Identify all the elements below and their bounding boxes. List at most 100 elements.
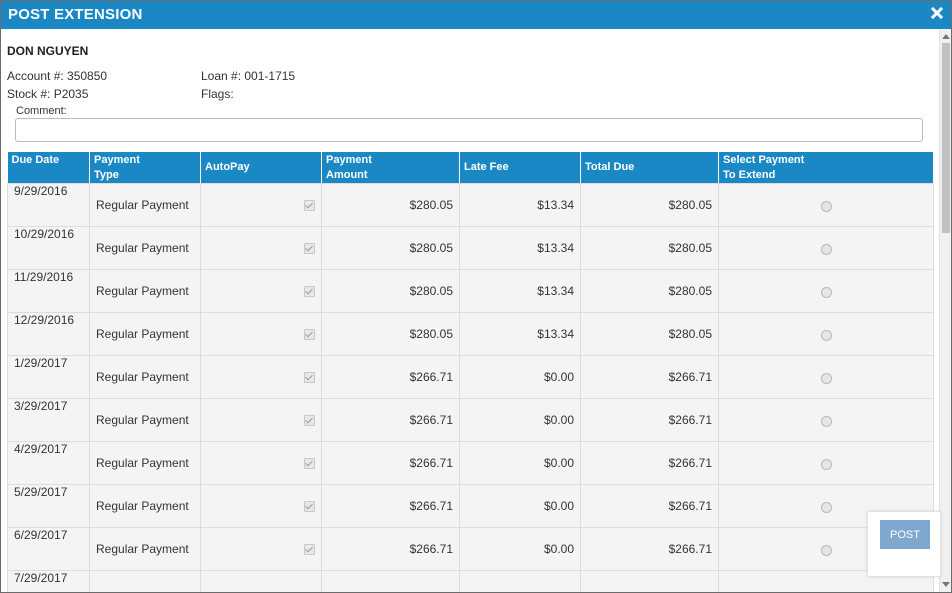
- select-payment-radio[interactable]: [820, 244, 832, 255]
- due-date-cell: 3/29/2017: [7, 398, 90, 442]
- autopay-checkbox[interactable]: [304, 200, 315, 211]
- dialog-titlebar: POST EXTENSION: [1, 1, 951, 29]
- payment-type-cell: Regular Payment: [89, 527, 201, 571]
- select-payment-radio[interactable]: [820, 459, 832, 470]
- due-date-cell: 4/29/2017: [7, 441, 90, 485]
- payment-type-cell: Regular Payment: [89, 312, 201, 356]
- late-fee-cell: $0.00: [459, 398, 581, 442]
- payment-type-cell: Regular Payment: [89, 441, 201, 485]
- autopay-cell: [200, 484, 322, 528]
- close-icon[interactable]: [930, 6, 944, 20]
- select-payment-radio[interactable]: [820, 502, 832, 513]
- autopay-checkbox[interactable]: [304, 415, 315, 426]
- dialog-body: DON NGUYEN Account #: 350850 Loan #: 001…: [1, 29, 939, 592]
- payment-amount-cell: $266.71: [321, 398, 460, 442]
- payment-type-cell: Regular Payment: [89, 484, 201, 528]
- column-header-payment-type: Payment Type: [89, 152, 201, 184]
- autopay-cell: [200, 312, 322, 356]
- total-due-cell: $280.05: [580, 312, 719, 356]
- loan-number: Loan #: 001-1715: [201, 69, 296, 83]
- autopay-checkbox[interactable]: [304, 501, 315, 512]
- due-date-cell: 1/29/2017: [7, 355, 90, 399]
- autopay-cell: [200, 226, 322, 270]
- select-payment-radio[interactable]: [820, 287, 832, 298]
- due-date-cell: 11/29/2016: [7, 269, 90, 313]
- table-header: Due Date Payment Type AutoPay Payment Am…: [7, 152, 934, 184]
- select-payment-cell: [718, 226, 934, 270]
- comment-input[interactable]: [15, 118, 923, 142]
- late-fee-cell: [459, 570, 581, 592]
- payment-type-cell: Regular Payment: [89, 269, 201, 313]
- payment-type-cell: Regular Payment: [89, 355, 201, 399]
- total-due-cell: $280.05: [580, 183, 719, 227]
- payment-amount-cell: $266.71: [321, 355, 460, 399]
- dialog-title: POST EXTENSION: [8, 6, 143, 23]
- select-payment-cell: [718, 312, 934, 356]
- autopay-cell: [200, 269, 322, 313]
- payment-type-cell: Regular Payment: [89, 183, 201, 227]
- autopay-checkbox[interactable]: [304, 243, 315, 254]
- post-extension-dialog: POST EXTENSION DON NGUYEN Account #: 350…: [0, 0, 952, 593]
- table-row: 1/29/2017 Regular Payment $266.71 $0.00 $266…: [7, 355, 934, 399]
- select-payment-radio[interactable]: [820, 416, 832, 427]
- column-header-select-payment: Select Payment To Extend: [718, 152, 934, 184]
- table-row: 11/29/2016 Regular Payment $280.05 $13.34 $2…: [7, 269, 934, 313]
- late-fee-cell: $13.34: [459, 226, 581, 270]
- payment-amount-cell: $280.05: [321, 269, 460, 313]
- payment-type-cell: Regular Payment: [89, 226, 201, 270]
- select-payment-radio[interactable]: [820, 201, 832, 212]
- customer-name: DON NGUYEN: [7, 44, 89, 58]
- autopay-checkbox[interactable]: [304, 286, 315, 297]
- total-due-cell: [580, 570, 719, 592]
- scroll-up-arrow-icon[interactable]: [942, 34, 950, 39]
- post-action-panel: POST: [867, 511, 941, 577]
- autopay-cell: [200, 570, 322, 592]
- scroll-down-arrow-icon[interactable]: [942, 582, 950, 587]
- autopay-checkbox[interactable]: [304, 372, 315, 383]
- table-row: 9/29/2016 Regular Payment $280.05 $13.34 $28…: [7, 183, 934, 227]
- due-date-cell: 10/29/2016: [7, 226, 90, 270]
- table-row: 10/29/2016 Regular Payment $280.05 $13.34 $2…: [7, 226, 934, 270]
- select-payment-cell: [718, 269, 934, 313]
- table-row: 5/29/2017 Regular Payment $266.71 $0.00 $266…: [7, 484, 934, 528]
- payment-amount-cell: $266.71: [321, 527, 460, 571]
- comment-label: Comment:: [16, 105, 67, 117]
- post-button[interactable]: POST: [880, 520, 930, 549]
- payment-amount-cell: $266.71: [321, 441, 460, 485]
- autopay-cell: [200, 527, 322, 571]
- due-date-cell: 12/29/2016: [7, 312, 90, 356]
- total-due-cell: $280.05: [580, 226, 719, 270]
- late-fee-cell: $13.34: [459, 269, 581, 313]
- select-payment-radio[interactable]: [820, 330, 832, 341]
- table-body: 9/29/2016 Regular Payment $280.05 $13.34 $28…: [7, 183, 934, 592]
- scrollbar-thumb[interactable]: [942, 43, 950, 233]
- payments-table: Due Date Payment Type AutoPay Payment Am…: [7, 152, 934, 592]
- select-payment-cell: [718, 441, 934, 485]
- payment-amount-cell: $280.05: [321, 312, 460, 356]
- payment-amount-cell: $280.05: [321, 226, 460, 270]
- total-due-cell: $266.71: [580, 441, 719, 485]
- select-payment-radio[interactable]: [820, 545, 832, 556]
- autopay-cell: [200, 441, 322, 485]
- column-header-total-due: Total Due: [580, 152, 719, 184]
- autopay-cell: [200, 183, 322, 227]
- column-header-late-fee: Late Fee: [459, 152, 581, 184]
- autopay-cell: [200, 355, 322, 399]
- payment-amount-cell: [321, 570, 460, 592]
- table-row: 6/29/2017 Regular Payment $266.71 $0.00 $266…: [7, 527, 934, 571]
- account-number: Account #: 350850: [7, 69, 108, 83]
- select-payment-radio[interactable]: [820, 373, 832, 384]
- late-fee-cell: $0.00: [459, 355, 581, 399]
- flags-label: Flags:: [201, 87, 234, 101]
- autopay-cell: [200, 398, 322, 442]
- total-due-cell: $266.71: [580, 527, 719, 571]
- total-due-cell: $266.71: [580, 355, 719, 399]
- due-date-cell: 6/29/2017: [7, 527, 90, 571]
- vertical-scrollbar[interactable]: [939, 29, 951, 592]
- autopay-checkbox[interactable]: [304, 544, 315, 555]
- late-fee-cell: $0.00: [459, 441, 581, 485]
- autopay-checkbox[interactable]: [304, 458, 315, 469]
- table-row: 7/29/2017: [7, 570, 934, 592]
- autopay-checkbox[interactable]: [304, 329, 315, 340]
- payment-type-cell: [89, 570, 201, 592]
